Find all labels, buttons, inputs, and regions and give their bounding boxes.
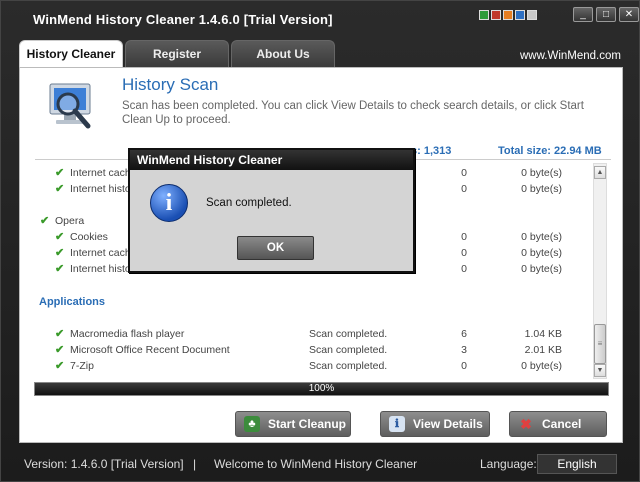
skin-red[interactable] [491,10,501,20]
page-description: Scan has been completed. You can click V… [122,100,584,126]
skin-green[interactable] [479,10,489,20]
scroll-thumb[interactable]: ≡ [594,324,606,364]
start-cleanup-button[interactable]: ♣ Start Cleanup [235,411,351,437]
app-title: WinMend History Cleaner 1.4.6.0 [Trial V… [33,12,333,27]
website-link[interactable]: www.WinMend.com [520,50,621,62]
close-button[interactable]: ✕ [619,7,639,22]
section-applications: Applications [39,296,106,308]
info-icon: i [150,184,188,222]
skin-gray[interactable] [527,10,537,20]
title-bar[interactable]: WinMend History Cleaner 1.4.6.0 [Trial V… [1,1,639,37]
tab-about-us[interactable]: About Us [231,40,335,67]
scroll-up-icon[interactable]: ▲ [594,166,606,179]
check-icon[interactable]: ✔ [55,359,64,372]
minimize-button[interactable]: _ [573,7,593,22]
skin-selector [479,10,537,20]
progress-bar: 100% [34,382,609,396]
maximize-button[interactable]: □ [596,7,616,22]
dialog-message: Scan completed. [206,197,292,209]
scan-computer-icon [49,83,91,129]
dialog-title[interactable]: WinMend History Cleaner [130,150,413,170]
tab-history-cleaner[interactable]: History Cleaner [19,40,123,68]
version-text: Version: 1.4.6.0 [Trial Version] [24,457,184,471]
list-item[interactable]: ✔ 7-Zip Scan completed. 0 0 byte(s) [35,358,591,374]
window-controls: _ □ ✕ [573,7,639,22]
check-icon[interactable]: ✔ [55,166,64,179]
check-icon[interactable]: ✔ [55,246,64,259]
skin-orange[interactable] [503,10,513,20]
check-icon[interactable]: ✔ [55,230,64,243]
check-icon[interactable]: ✔ [55,327,64,340]
check-icon[interactable]: ✔ [55,343,64,356]
check-icon[interactable]: ✔ [40,214,49,227]
scan-complete-dialog: WinMend History Cleaner i Scan completed… [128,148,415,273]
progress-label: 100% [308,383,335,394]
page-title: History Scan [122,75,219,94]
results-scrollbar[interactable]: ▲ ≡ ▼ [593,163,607,379]
summary-items: s: 1,313 [411,145,452,157]
language-select[interactable]: English [537,454,617,474]
check-icon[interactable]: ✔ [55,182,64,195]
summary-size: Total size: 22.94 MB [498,145,602,157]
broom-icon: ♣ [244,416,260,432]
details-icon: ℹ [389,416,405,432]
view-details-button[interactable]: ℹ View Details [380,411,490,437]
language-label: Language: [480,457,537,471]
cancel-x-icon: ✖ [520,416,532,432]
skin-blue[interactable] [515,10,525,20]
status-separator: | [193,457,197,471]
tab-register[interactable]: Register [125,40,229,67]
list-item[interactable]: ✔ Macromedia flash player Scan completed… [35,326,591,342]
welcome-text: Welcome to WinMend History Cleaner [214,457,418,471]
ok-button[interactable]: OK [237,236,314,260]
scroll-down-icon[interactable]: ▼ [594,364,606,377]
check-icon[interactable]: ✔ [55,262,64,275]
list-item[interactable]: ✔ Microsoft Office Recent Document Scan … [35,342,591,358]
status-bar: Version: 1.4.6.0 [Trial Version] | Welco… [1,449,639,481]
cancel-button[interactable]: ✖ Cancel [509,411,607,437]
app-window: WinMend History Cleaner 1.4.6.0 [Trial V… [0,0,640,482]
